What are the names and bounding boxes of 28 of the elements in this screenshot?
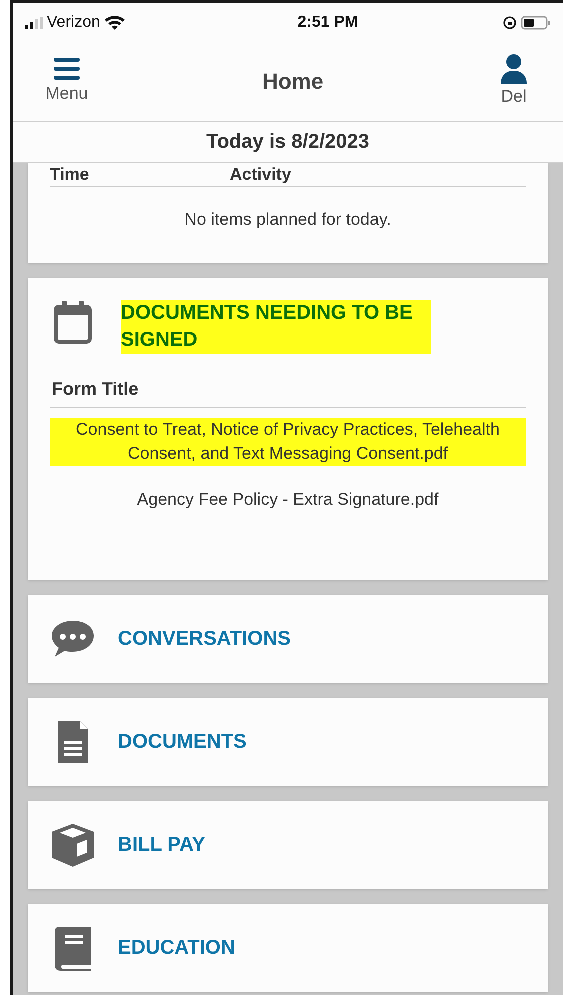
form-link[interactable]: Consent to Treat, Notice of Privacy Practices, Telehealth Consent, and Text Messaging Consent.pdf: [50, 418, 526, 466]
cube-icon: [50, 822, 96, 868]
section-card[interactable]: BILL PAY: [28, 801, 548, 889]
speech-bubble-icon: [50, 619, 96, 659]
document-icon: [56, 719, 90, 765]
section-card[interactable]: EDUCATION: [28, 904, 548, 992]
section-title: DOCUMENTS NEEDING TO BE SIGNED: [121, 300, 431, 354]
menu-icon: [54, 56, 80, 81]
column-header: Form Title: [52, 379, 139, 399]
person-icon: [500, 54, 528, 84]
profile-button[interactable]: Del: [489, 54, 539, 110]
wifi-icon: [104, 14, 126, 30]
book-icon: [53, 925, 93, 971]
page-title: Home: [261, 68, 325, 96]
empty-message: No items planned for today.: [184, 209, 392, 231]
signal-icon: [25, 16, 43, 28]
calendar-icon: [53, 300, 93, 345]
section-card[interactable]: CONVERSATIONS: [28, 595, 548, 683]
status-time: 2:51 PM: [296, 12, 360, 32]
carrier-name: Verizon: [47, 12, 100, 32]
menu-button[interactable]: Menu: [37, 56, 97, 106]
rotation-lock-icon: [503, 16, 517, 30]
date-heading: Today is 8/2/2023: [206, 130, 370, 155]
battery-icon: [521, 16, 551, 30]
section-card[interactable]: DOCUMENTS: [28, 698, 548, 786]
column-header: Time: [50, 166, 90, 183]
form-link[interactable]: Agency Fee Policy - Extra Signature.pdf: [50, 488, 526, 512]
column-header: Activity: [230, 166, 292, 183]
